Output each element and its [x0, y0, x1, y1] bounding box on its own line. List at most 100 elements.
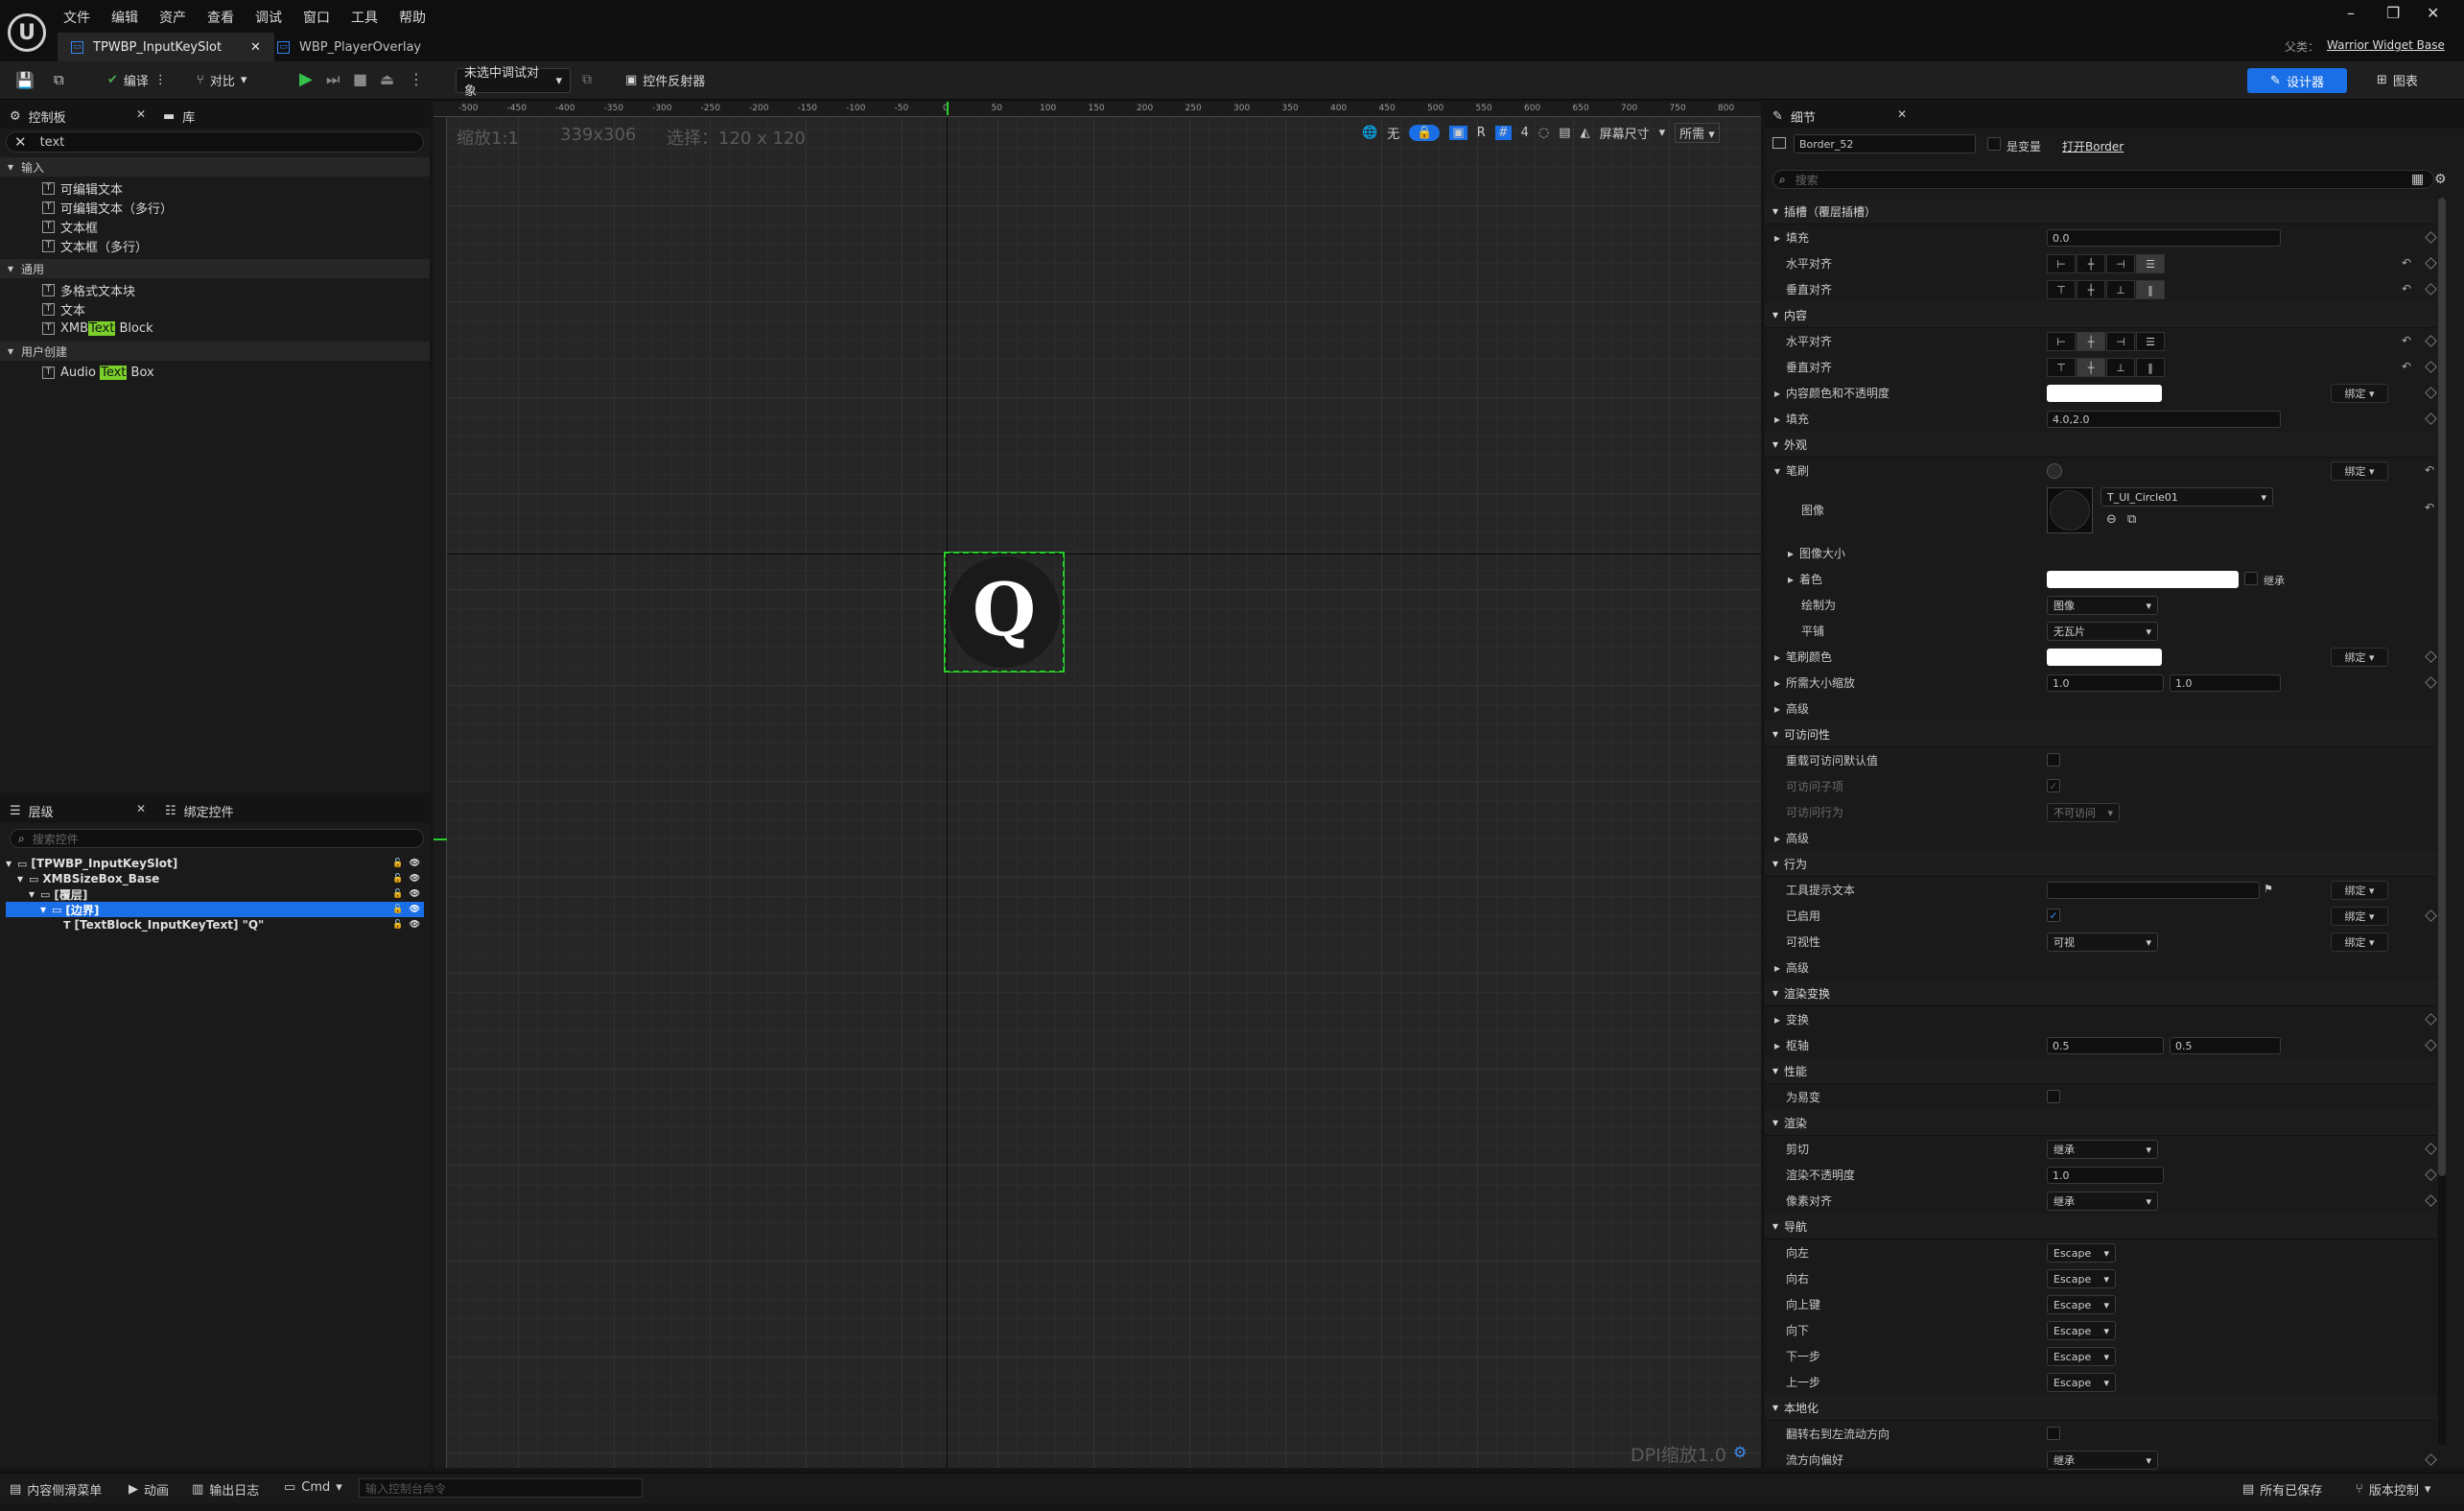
tab-details[interactable]: ✎ 细节	[1772, 107, 1816, 126]
align-bottom-icon[interactable]: ⊥	[2106, 358, 2135, 377]
keyframe-diamond-icon[interactable]	[2425, 335, 2437, 347]
content-padding-input[interactable]: 4.0,2.0	[2047, 411, 2281, 428]
close-icon[interactable]: ✕	[250, 40, 261, 55]
align-right-icon[interactable]: ⊣	[2106, 254, 2135, 273]
close-icon[interactable]: ✕	[136, 802, 146, 815]
align-bottom-icon[interactable]: ⊥	[2106, 280, 2135, 299]
enabled-checkbox[interactable]: ✓	[2047, 909, 2060, 922]
content-color-swatch[interactable]	[2047, 385, 2162, 402]
tiling-select[interactable]: 无瓦片 ▾	[2047, 622, 2158, 641]
widget-reflector-button[interactable]: ▣ 控件反射器	[625, 71, 705, 89]
stop-icon[interactable]: ■	[353, 70, 367, 88]
scale-x-input[interactable]: 1.0	[2047, 674, 2164, 692]
menu-item[interactable]: 工具	[351, 8, 378, 27]
keyframe-diamond-icon[interactable]	[2425, 1039, 2437, 1051]
content-valign-buttons[interactable]: ⊤ ┼ ⊥ ‖	[2047, 358, 2165, 377]
r-toggle[interactable]: R	[1477, 126, 1486, 140]
image-thumbnail[interactable]	[2047, 487, 2093, 533]
palette-item[interactable]: T 多格式文本块	[42, 280, 135, 299]
visibility-eye-icon[interactable]: 👁	[410, 905, 420, 914]
lock-icon[interactable]: 🔓	[392, 874, 403, 884]
flip-rtl-checkbox[interactable]	[2047, 1427, 2060, 1440]
bind-dropdown[interactable]: 绑定 ▾	[2331, 384, 2388, 403]
save-icon[interactable]: 💾	[15, 71, 35, 89]
padding-input[interactable]: 0.0	[2047, 229, 2281, 247]
tooltip-input[interactable]	[2047, 882, 2260, 899]
visibility-eye-icon[interactable]: 👁	[410, 874, 420, 884]
use-selected-icon[interactable]: ⊖	[2106, 512, 2117, 527]
more-options-icon[interactable]: ⋮	[154, 73, 167, 87]
reset-icon[interactable]: ↶	[2402, 334, 2411, 347]
align-fill-icon[interactable]: ☰	[2136, 332, 2165, 351]
settings-gear-icon[interactable]: ⚙	[1733, 1443, 1747, 1461]
browse-asset-icon[interactable]: ⧉	[2127, 512, 2136, 527]
pivot-y-input[interactable]: 0.5	[2170, 1037, 2281, 1054]
is-variable-checkbox[interactable]	[1987, 137, 2001, 151]
respect-locks-icon[interactable]: ▣	[1449, 126, 1467, 140]
expand-arrow-icon[interactable]: ▾	[29, 887, 40, 901]
keyframe-diamond-icon[interactable]	[2425, 413, 2437, 425]
content-halign-buttons[interactable]: ⊢ ┼ ⊣ ☰	[2047, 332, 2165, 351]
designer-button[interactable]: ✎ 设计器	[2247, 68, 2347, 93]
palette-search-input[interactable]: ✕ text	[6, 131, 424, 153]
palette-item[interactable]: T XMBText Block	[42, 319, 153, 338]
align-fill-icon[interactable]: ‖	[2136, 358, 2165, 377]
category-localization[interactable]: ▾ 本地化	[1765, 1395, 2436, 1421]
draw-as-select[interactable]: 图像 ▾	[2047, 596, 2158, 615]
category-slot[interactable]: ▾ 插槽（覆层插槽）	[1765, 199, 2436, 224]
grid-snap-icon[interactable]: #	[1494, 126, 1512, 140]
more-options-icon[interactable]: ⋮	[409, 70, 424, 88]
nav-prev-select[interactable]: Escape ▾	[2047, 1373, 2116, 1392]
hierarchy-node[interactable]: ▾ ▭ [覆层] 🔓 👁	[6, 886, 424, 902]
nav-down-select[interactable]: Escape ▾	[2047, 1321, 2116, 1340]
visibility-eye-icon[interactable]: 👁	[410, 859, 420, 868]
halign-buttons[interactable]: ⊢ ┼ ⊣ ☰	[2047, 254, 2165, 273]
align-fill-icon[interactable]: ‖	[2136, 280, 2165, 299]
mountain-icon[interactable]: ◭	[1581, 126, 1590, 140]
console-command-input[interactable]: 输入控制台命令	[359, 1478, 643, 1498]
expand-arrow-icon[interactable]: ▾	[6, 857, 17, 870]
compile-button[interactable]: ✔ 编译 ⋮	[107, 71, 167, 89]
visibility-select[interactable]: 可视 ▾	[2047, 933, 2158, 952]
menu-item[interactable]: 文件	[63, 8, 90, 27]
keyframe-diamond-icon[interactable]	[2425, 1453, 2437, 1466]
debug-object-select[interactable]: 未选中调试对象 ▾	[456, 66, 571, 99]
align-left-icon[interactable]: ⊢	[2047, 254, 2076, 273]
close-window-icon[interactable]: ✕	[2427, 4, 2439, 22]
tab-tpwbp-inputkeyslot[interactable]: ▭ TPWBP_InputKeySlot ✕	[58, 33, 274, 61]
expand-arrow-icon[interactable]: ▾	[17, 872, 29, 885]
keyframe-diamond-icon[interactable]	[2425, 257, 2437, 270]
keyframe-diamond-icon[interactable]	[2425, 361, 2437, 373]
lock-icon[interactable]: 🔓	[392, 889, 403, 899]
bind-dropdown[interactable]: 绑定 ▾	[2331, 461, 2388, 481]
prop-advanced[interactable]: ▸ 高级	[1765, 696, 2436, 721]
open-border-link[interactable]: 打开Border	[2062, 138, 2124, 154]
nav-right-select[interactable]: Escape ▾	[2047, 1269, 2116, 1288]
source-control-button[interactable]: ⑂ 版本控制 ▾	[2356, 1480, 2430, 1499]
lock-icon[interactable]: 🔓	[392, 905, 403, 914]
prop-advanced[interactable]: ▸ 高级	[1765, 825, 2436, 851]
reset-icon[interactable]: ↶	[2402, 256, 2411, 270]
reset-icon[interactable]: ↶	[2402, 360, 2411, 373]
align-fill-icon[interactable]: ☰	[2136, 254, 2165, 273]
rotation-snap-icon[interactable]: ◌	[1538, 126, 1549, 140]
brush-color-swatch[interactable]	[2047, 649, 2162, 666]
category-behavior[interactable]: ▾ 行为	[1765, 851, 2436, 877]
visibility-eye-icon[interactable]: 👁	[410, 920, 420, 930]
inherit-checkbox[interactable]	[2244, 572, 2258, 585]
reset-icon[interactable]: ↶	[2402, 282, 2411, 295]
palette-category[interactable]: ▾ 用户创建	[0, 342, 430, 361]
pixel-snapping-select[interactable]: 继承 ▾	[2047, 1192, 2158, 1211]
palette-item[interactable]: T Audio Text Box	[42, 363, 154, 382]
hierarchy-node[interactable]: ▾ ▭ XMBSizeBox_Base 🔓 👁	[6, 871, 424, 886]
hierarchy-node[interactable]: T [TextBlock_InputKeyText] "Q" 🔓 👁	[6, 917, 424, 933]
cmd-select[interactable]: ▭ Cmd ▾	[284, 1480, 342, 1495]
palette-item[interactable]: T 文本	[42, 299, 85, 319]
reset-icon[interactable]: ↶	[2425, 463, 2434, 477]
nav-up-select[interactable]: Escape ▾	[2047, 1295, 2116, 1314]
tint-color-swatch[interactable]	[2047, 571, 2239, 588]
visibility-eye-icon[interactable]: 👁	[410, 889, 420, 899]
category-render-transform[interactable]: ▾ 渲染变换	[1765, 980, 2436, 1006]
flow-pref-select[interactable]: 继承 ▾	[2047, 1451, 2158, 1470]
keyframe-diamond-icon[interactable]	[2425, 387, 2437, 399]
